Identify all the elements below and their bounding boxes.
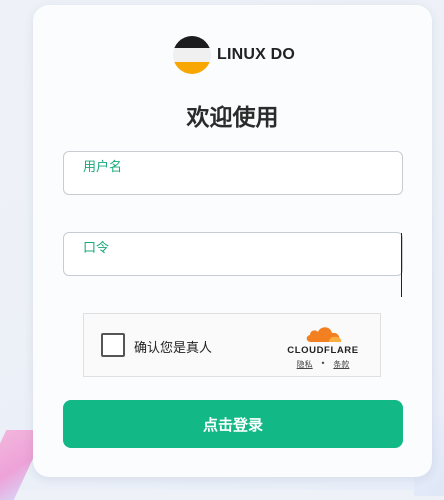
login-button[interactable]: 点击登录 xyxy=(63,400,403,448)
captcha-label: 确认您是真人 xyxy=(134,341,213,356)
link-separator: • xyxy=(320,359,326,368)
captcha-checkbox[interactable] xyxy=(101,333,125,357)
cloudflare-branding: CLOUDFLARE 隐私 • 条款 xyxy=(282,324,364,370)
username-input[interactable] xyxy=(83,172,392,192)
username-field[interactable]: 用户名 xyxy=(63,151,403,195)
brand-name: LINUX DO xyxy=(217,46,296,63)
captcha-links: 隐私 • 条款 xyxy=(282,359,364,370)
password-field[interactable]: 口令 xyxy=(63,232,403,276)
page-title: 欢迎使用 xyxy=(186,105,279,131)
cloudflare-cloud-icon xyxy=(306,327,342,342)
brand: LINUX DO xyxy=(173,36,295,74)
password-input[interactable] xyxy=(83,253,392,273)
captcha-widget: 确认您是真人 CLOUDFLARE 隐私 • 条款 xyxy=(83,313,381,377)
privacy-link[interactable]: 隐私 xyxy=(297,359,313,370)
login-card: LINUX DO 欢迎使用 用户名 口令 确认您是真人 CLOUDFLARE 隐… xyxy=(33,5,432,477)
linux-do-logo-icon xyxy=(173,36,211,74)
cloudflare-wordmark: CLOUDFLARE xyxy=(287,345,359,356)
terms-link[interactable]: 条款 xyxy=(333,359,349,370)
text-cursor xyxy=(401,233,402,297)
